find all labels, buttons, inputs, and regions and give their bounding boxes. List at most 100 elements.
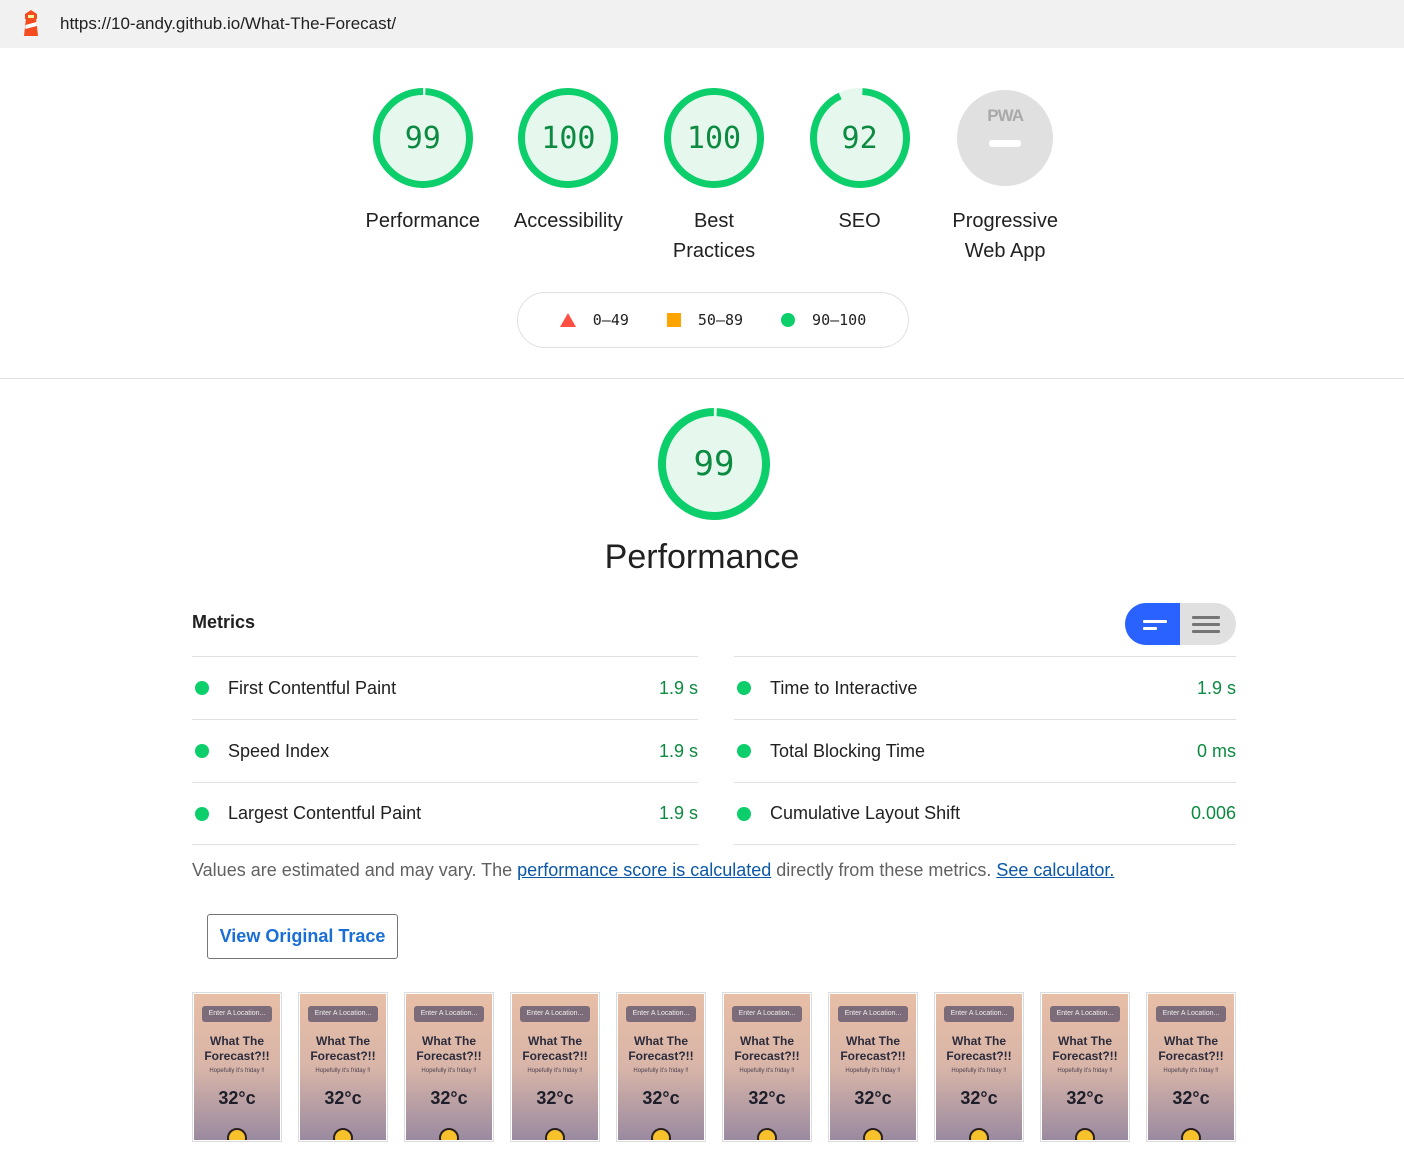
filmstrip-frame: Enter A Location... What The Forecast?!! Ho… [934, 992, 1024, 1142]
pass-dot-icon [737, 806, 751, 821]
metrics-view-toggle[interactable] [1125, 603, 1236, 645]
frame-title-line1: What The [1164, 1034, 1218, 1048]
frame-title-line1: What The [210, 1034, 264, 1048]
pass-dot-icon [737, 744, 751, 758]
frame-title-line1: What The [634, 1034, 688, 1048]
frame-subtitle: Hopefully it's friday !! [951, 1068, 1007, 1074]
frame-screenshot: Enter A Location... What The Forecast?!! Ho… [724, 994, 810, 1140]
sun-icon [651, 1128, 671, 1140]
metric-speed-index: Speed Index 1.9 s [192, 719, 698, 782]
frame-title: What The Forecast?!! [512, 1034, 598, 1064]
see-calculator-link[interactable]: See calculator. [996, 860, 1114, 880]
frame-temperature: 32°c [1066, 1088, 1104, 1108]
gauge-seo-ring: 92 [809, 88, 910, 188]
frame-title-line2: Forecast?!! [416, 1049, 482, 1063]
pass-dot-icon [737, 681, 751, 695]
legend-pass-range: 90–100 [812, 311, 867, 329]
score-legend: 0–49 50–89 90–100 [517, 292, 909, 348]
frame-subtitle: Hopefully it's friday !! [1163, 1068, 1219, 1074]
metrics-heading: Metrics [192, 612, 256, 632]
gauge-accessibility-ring: 100 [518, 88, 619, 188]
category-gauges: 99 Performance 100 Accessibility 100 Bes… [350, 88, 1080, 266]
gauge-accessibility-label: Accessibility [513, 210, 623, 232]
frame-title-line1: What The [528, 1034, 582, 1048]
sun-icon [1181, 1128, 1201, 1140]
metric-label: Largest Contentful Paint [228, 803, 422, 823]
sun-icon [863, 1128, 883, 1140]
pwa-badge-text: PWA [987, 106, 1024, 125]
view-original-trace-button[interactable]: View Original Trace [207, 914, 398, 959]
pwa-badge-icon: PWA [957, 90, 1054, 186]
metric-label: Time to Interactive [770, 677, 918, 698]
frame-title-line2: Forecast?!! [734, 1049, 800, 1063]
filmstrip-frame: Enter A Location... What The Forecast?!! Ho… [616, 992, 706, 1142]
frame-temperature: 32°c [536, 1088, 574, 1108]
frame-screenshot: Enter A Location... What The Forecast?!! Ho… [300, 994, 386, 1140]
frame-subtitle: Hopefully it's friday !! [421, 1068, 477, 1074]
frame-screenshot: Enter A Location... What The Forecast?!! Ho… [194, 994, 280, 1140]
expanded-view-icon[interactable] [1180, 603, 1236, 645]
frame-title: What The Forecast?!! [724, 1034, 810, 1064]
frame-title-line1: What The [422, 1034, 476, 1048]
compact-view-icon[interactable] [1125, 603, 1180, 645]
frame-location-input: Enter A Location... [1156, 1006, 1226, 1022]
frame-location-input: Enter A Location... [520, 1006, 590, 1022]
frame-temperature: 32°c [1172, 1088, 1210, 1108]
frame-screenshot: Enter A Location... What The Forecast?!! Ho… [1148, 994, 1234, 1140]
gauge-performance[interactable]: 99 Performance [350, 88, 496, 266]
sun-icon [545, 1128, 565, 1140]
frame-screenshot: Enter A Location... What The Forecast?!! Ho… [936, 994, 1022, 1140]
frame-screenshot: Enter A Location... What The Forecast?!! Ho… [406, 994, 492, 1140]
metric-time-to-interactive: Time to Interactive 1.9 s [734, 656, 1236, 719]
legend-average: 50–89 [666, 311, 744, 329]
frame-title-line2: Forecast?!! [204, 1049, 270, 1063]
sun-icon [227, 1128, 247, 1140]
metrics-note: Values are estimated and may vary. The p… [192, 860, 1114, 881]
performance-gauge: 99 [658, 408, 770, 521]
performance-score: 99 [693, 444, 735, 484]
sun-icon [757, 1128, 777, 1140]
metric-label: Total Blocking Time [770, 740, 926, 761]
frame-title: What The Forecast?!! [300, 1034, 386, 1064]
gauge-best-practices[interactable]: 100 Best Practices [641, 88, 787, 266]
gauge-seo-score: 92 [841, 120, 878, 156]
score-calculated-link[interactable]: performance score is calculated [517, 860, 771, 880]
frame-location-input: Enter A Location... [944, 1006, 1014, 1022]
metric-label: Cumulative Layout Shift [770, 803, 961, 823]
metric-value: 0 ms [1196, 740, 1236, 761]
gauge-pwa-label: Progressive Web App [952, 206, 1058, 266]
square-icon [666, 313, 681, 327]
frame-title-line1: What The [952, 1034, 1006, 1048]
sun-icon [1075, 1128, 1095, 1140]
metric-label: First Contentful Paint [228, 677, 397, 698]
filmstrip-frame: Enter A Location... What The Forecast?!! Ho… [298, 992, 388, 1142]
frame-location-input: Enter A Location... [732, 1006, 802, 1022]
frame-location-input: Enter A Location... [414, 1006, 484, 1022]
legend-average-range: 50–89 [697, 311, 744, 329]
gauge-pwa-label-line2: Web App [964, 240, 1046, 262]
metrics-grid: First Contentful Paint 1.9 s Time to Int… [192, 656, 1236, 845]
legend-fail: 0–49 [559, 311, 629, 329]
frame-subtitle: Hopefully it's friday !! [315, 1068, 371, 1074]
gauge-best-practices-score: 100 [686, 120, 742, 156]
frame-screenshot: Enter A Location... What The Forecast?!! Ho… [618, 994, 704, 1140]
frame-subtitle: Hopefully it's friday !! [739, 1068, 795, 1074]
frame-temperature: 32°c [748, 1088, 786, 1108]
gauge-best-practices-label: Best Practices [673, 206, 755, 266]
frame-subtitle: Hopefully it's friday !! [527, 1068, 583, 1074]
frame-title-line2: Forecast?!! [1158, 1049, 1224, 1063]
page-url: https://10-andy.github.io/What-The-Forec… [60, 14, 397, 33]
metric-total-blocking-time: Total Blocking Time 0 ms [734, 719, 1236, 782]
circle-icon [781, 313, 796, 327]
sun-icon [333, 1128, 353, 1140]
frame-title: What The Forecast?!! [936, 1034, 1022, 1064]
triangle-icon [559, 313, 576, 327]
frame-title-line2: Forecast?!! [840, 1049, 906, 1063]
frame-title-line1: What The [316, 1034, 370, 1048]
gauge-pwa[interactable]: PWA Progressive Web App [932, 88, 1078, 266]
metric-value: 0.006 [1190, 803, 1236, 823]
gauge-seo[interactable]: 92 SEO [787, 88, 933, 266]
filmstrip-frame: Enter A Location... What The Forecast?!! Ho… [510, 992, 600, 1142]
pass-dot-icon [195, 681, 209, 695]
gauge-accessibility[interactable]: 100 Accessibility [496, 88, 642, 266]
